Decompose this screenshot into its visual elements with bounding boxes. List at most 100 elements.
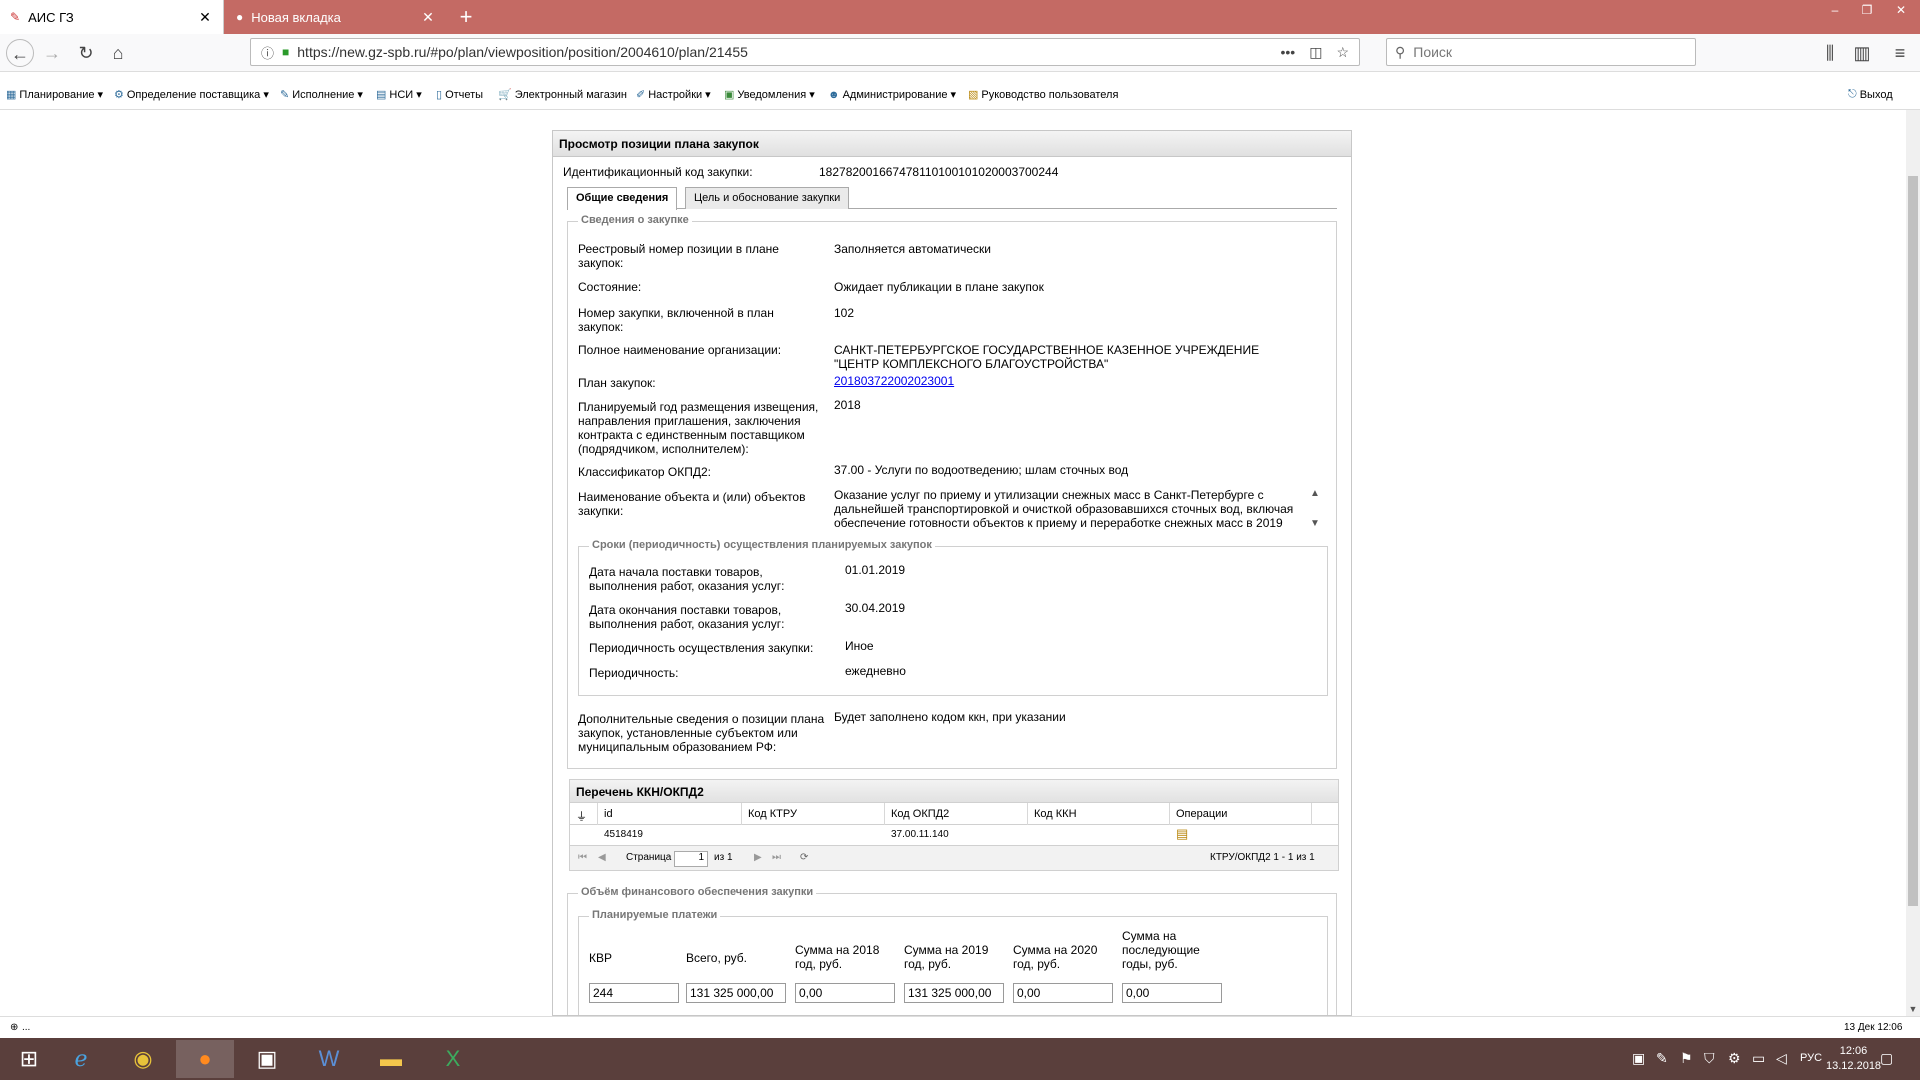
planned-year-value: 2018 xyxy=(834,398,861,412)
sum-2018-input[interactable]: 0,00 xyxy=(795,983,895,1003)
col-operations[interactable]: Операции xyxy=(1170,803,1312,825)
next-page-icon[interactable]: ▶ xyxy=(754,852,762,863)
tray-app-icon[interactable]: ▣ xyxy=(1632,1050,1645,1067)
menu-eshop[interactable]: 🛒 Электронный магазин xyxy=(498,88,627,102)
search-input[interactable]: ⚲ Поиск xyxy=(1386,38,1696,66)
end-date-label: Дата окончания поставки товаров, выполне… xyxy=(589,603,785,631)
hamburger-menu-icon[interactable]: ≡ xyxy=(1886,39,1914,67)
tab-title: АИС ГЗ xyxy=(28,9,74,25)
org-name-value: САНКТ-ПЕТЕРБУРГСКОЕ ГОСУДАРСТВЕННОЕ КАЗЕ… xyxy=(834,343,1260,371)
tab-general-info[interactable]: Общие сведения xyxy=(567,187,678,210)
table-row[interactable]: 4518419 37.00.11.140 ▤ xyxy=(569,825,1339,845)
close-tab-icon[interactable]: ✕ xyxy=(197,9,213,26)
menu-supplier[interactable]: ⚙ Определение поставщика ▾ xyxy=(114,88,269,102)
plan-link[interactable]: 201803722002023001 xyxy=(834,374,954,388)
page-actions-icon[interactable]: ••• xyxy=(1280,44,1295,61)
browser-status-bar: ⊕ ... 13 Дек 12:06 xyxy=(0,1016,1920,1038)
refresh-icon[interactable]: ⟳ xyxy=(800,852,808,863)
planned-year-label: Планируемый год размещения извещения, на… xyxy=(578,400,819,456)
sum-2019-input[interactable]: 131 325 000,00 xyxy=(904,983,1004,1003)
scroll-down-icon[interactable]: ▼ xyxy=(1310,518,1320,529)
menu-notifications[interactable]: ▣ Уведомления ▾ xyxy=(724,88,815,102)
object-name-value: Оказание услуг по приему и утилизации сн… xyxy=(834,488,1294,530)
state-value: Ожидает публикации в плане закупок xyxy=(834,280,1044,294)
url-bar[interactable]: ⓘ ■ https://new.gz-spb.ru/#po/plan/viewp… xyxy=(250,38,1360,66)
row-okpd2: 37.00.11.140 xyxy=(891,829,949,840)
new-tab-button[interactable]: + xyxy=(452,3,480,31)
word-icon[interactable]: W xyxy=(300,1040,358,1078)
bookmark-star-icon[interactable]: ☆ xyxy=(1336,44,1349,61)
payments-legend: Планируемые платежи xyxy=(589,909,721,921)
total-input[interactable]: 131 325 000,00 xyxy=(686,983,786,1003)
scroll-down-arrow-icon[interactable]: ▼ xyxy=(1906,1002,1920,1016)
exit-button[interactable]: ⎋ Выход xyxy=(1848,88,1893,101)
sum-2020-input[interactable]: 0,00 xyxy=(1013,983,1113,1003)
home-icon[interactable]: ⌂ xyxy=(104,39,132,67)
windows-start-icon[interactable]: ⊞ xyxy=(0,1040,58,1078)
clock-time: 12:06 xyxy=(1839,1045,1868,1057)
close-window-button[interactable]: ✕ xyxy=(1884,0,1918,20)
scrollbar-thumb[interactable] xyxy=(1908,176,1918,906)
site-favicon-icon: ✎ xyxy=(10,10,21,24)
col-id[interactable]: id xyxy=(598,803,742,825)
menu-nsi[interactable]: ▤ НСИ ▾ xyxy=(376,88,422,102)
scroll-up-icon[interactable]: ▲ xyxy=(1310,488,1320,499)
minimize-button[interactable]: – xyxy=(1820,0,1850,20)
internet-explorer-icon[interactable]: ℯ xyxy=(52,1040,110,1078)
okpd2-label: Классификатор ОКПД2: xyxy=(578,465,711,479)
tray-shield-icon[interactable]: ⛉ xyxy=(1704,1050,1715,1067)
close-tab-icon[interactable]: ✕ xyxy=(420,9,436,26)
dropdown-icon: ▾ xyxy=(357,89,363,101)
restore-button[interactable]: ❐ xyxy=(1852,0,1882,20)
tray-pen-icon[interactable]: ✎ xyxy=(1656,1050,1668,1067)
menu-user-guide[interactable]: ▧ Руководство пользователя xyxy=(968,88,1118,102)
okpd2-value: 37.00 - Услуги по водоотведению; шлам ст… xyxy=(834,463,1129,477)
col-kkn[interactable]: Код ККН xyxy=(1028,803,1170,825)
app-icon[interactable]: ▣ xyxy=(238,1040,296,1078)
file-explorer-icon[interactable]: ▬ xyxy=(362,1040,420,1078)
page-input[interactable]: 1 xyxy=(674,851,708,867)
menu-execution[interactable]: ✎ Исполнение ▾ xyxy=(280,88,363,102)
firefox-icon[interactable]: ● xyxy=(176,1040,234,1078)
excel-icon[interactable]: X xyxy=(424,1040,482,1078)
sum-later-label: Сумма на последующие годы, руб. xyxy=(1122,929,1200,971)
dropdown-icon: ▾ xyxy=(950,89,957,101)
finance-legend: Объём финансового обеспечения закупки xyxy=(578,886,817,898)
tab-ais-gz[interactable]: ✎ АИС ГЗ ✕ xyxy=(0,0,224,34)
filter-icon[interactable]: ⏚ xyxy=(570,803,598,825)
page-scrollbar[interactable]: ▼ xyxy=(1906,110,1920,1016)
menu-reports[interactable]: ▯ Отчеты xyxy=(436,88,483,102)
pocket-icon[interactable]: ◫ xyxy=(1309,44,1322,61)
chrome-icon[interactable]: ◉ xyxy=(114,1040,172,1078)
tray-network-icon[interactable]: ▭ xyxy=(1752,1050,1765,1067)
sidebar-icon[interactable]: ▥ xyxy=(1848,39,1876,67)
tab-purpose[interactable]: Цель и обоснование закупки xyxy=(685,187,850,209)
kvr-input[interactable]: 244 xyxy=(589,983,679,1003)
tab-new-tab[interactable]: ● Новая вкладка ✕ xyxy=(226,0,446,34)
tray-gear-icon[interactable]: ⚙ xyxy=(1728,1050,1741,1067)
menu-planning[interactable]: ▦ Планирование ▾ xyxy=(6,88,103,102)
prev-page-icon[interactable]: ◀ xyxy=(598,852,606,863)
library-icon[interactable]: ⫼ xyxy=(1816,39,1844,67)
col-ktru[interactable]: Код КТРУ xyxy=(742,803,885,825)
back-arrow-icon[interactable]: ← xyxy=(6,39,34,67)
tab-title: Новая вкладка xyxy=(251,9,341,25)
url-text[interactable]: https://new.gz-spb.ru/#po/plan/viewposit… xyxy=(297,44,1280,60)
sum-later-input[interactable]: 0,00 xyxy=(1122,983,1222,1003)
execution-icon: ✎ xyxy=(280,89,290,101)
tray-flag-icon[interactable]: ⚑ xyxy=(1680,1050,1693,1067)
col-okpd2[interactable]: Код ОКПД2 xyxy=(885,803,1028,825)
forward-arrow-icon[interactable]: → xyxy=(38,39,66,67)
operation-view-icon[interactable]: ▤ xyxy=(1176,826,1188,842)
menu-admin[interactable]: ☻ Администрирование ▾ xyxy=(828,88,957,102)
info-icon[interactable]: ⓘ xyxy=(261,43,274,62)
first-page-icon[interactable]: ⏮ xyxy=(578,852,587,863)
last-page-icon[interactable]: ⏭ xyxy=(772,852,781,863)
tray-language[interactable]: РУС xyxy=(1800,1052,1822,1064)
reload-icon[interactable]: ↻ xyxy=(72,39,100,67)
menu-settings[interactable]: ✐ Настройки ▾ xyxy=(636,88,711,102)
notifications-icon[interactable]: ▢ xyxy=(1880,1050,1893,1067)
state-label: Состояние: xyxy=(578,280,642,294)
tray-volume-icon[interactable]: ◁ xyxy=(1776,1050,1787,1067)
taskbar-clock[interactable]: 12:06 13.12.2018 xyxy=(1826,1044,1881,1074)
